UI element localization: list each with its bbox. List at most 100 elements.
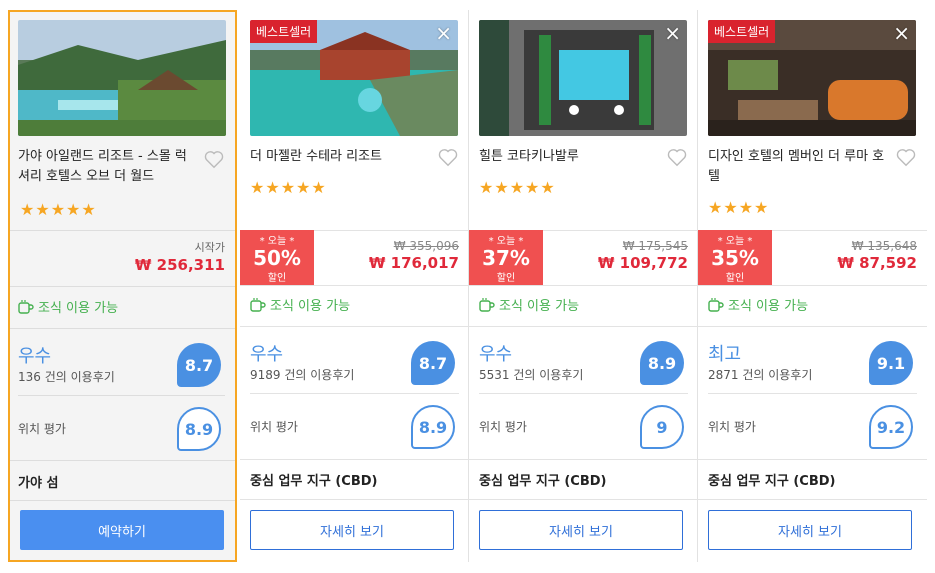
today-deal-badge: * 오늘 * 35% 할인 [698, 230, 772, 285]
review-score-badge: 8.7 [411, 341, 455, 385]
hotel-photo[interactable] [18, 20, 226, 136]
review-count[interactable]: 2871 건의 이용후기 [708, 366, 812, 383]
star-rating: ★★★★ [708, 198, 770, 217]
divider [240, 285, 469, 286]
deal-today-label: * 오늘 * [488, 236, 524, 247]
divider [469, 499, 698, 500]
breakfast-label: 조식 이용 가능 [38, 301, 119, 316]
coffee-cup-icon [250, 297, 266, 312]
discount-label: 할인 [496, 273, 516, 284]
today-deal-badge: * 오늘 * 50% 할인 [240, 230, 314, 285]
hotel-photo[interactable]: × [479, 20, 687, 136]
bestseller-badge: 베스트셀러 [708, 20, 776, 43]
hotel-photo[interactable]: 베스트셀러 × [708, 20, 916, 136]
discount-label: 할인 [725, 273, 745, 284]
price: ₩ 256,311 [134, 256, 225, 274]
review-count[interactable]: 9189 건의 이용후기 [250, 366, 354, 383]
rating-word: 우수 [18, 346, 52, 367]
divider [698, 499, 927, 500]
book-button[interactable]: 예약하기 [20, 510, 224, 550]
hotel-name[interactable]: 디자인 호텔의 멤버인 더 루마 호텔 [708, 147, 888, 187]
divider [10, 460, 235, 461]
area-name: 중심 업무 지구 (CBD) [708, 474, 836, 489]
location-score-badge: 9 [640, 405, 684, 449]
original-price: ₩ 175,545 [622, 239, 688, 253]
hotel-card-3[interactable]: × 힐튼 코타키나발루 ★★★★★ * 오늘 * 37% 할인 ₩ 175,54… [469, 10, 698, 562]
breakfast-label: 조식 이용 가능 [728, 299, 809, 314]
area-name: 가야 섬 [18, 476, 59, 491]
rating-word: 최고 [708, 344, 742, 365]
divider [698, 459, 927, 460]
divider [18, 395, 225, 396]
rating-word: 우수 [479, 344, 513, 365]
discount-percent: 35% [711, 246, 759, 270]
location-rating-label: 위치 평가 [18, 422, 66, 436]
hotel-photo[interactable]: 베스트셀러 × [250, 20, 458, 136]
discount-label: 할인 [267, 273, 287, 284]
breakfast-info: 조식 이용 가능 [18, 297, 118, 316]
review-score-badge: 9.1 [869, 341, 913, 385]
coffee-cup-icon [479, 297, 495, 312]
divider [10, 500, 235, 501]
divider [250, 393, 459, 394]
divider [469, 285, 698, 286]
area-name: 중심 업무 지구 (CBD) [250, 474, 378, 489]
divider [240, 326, 469, 327]
original-price: ₩ 135,648 [851, 239, 917, 253]
hotel-name[interactable]: 가야 아일랜드 리조트 - 스몰 럭셔리 호텔스 오브 더 월드 [18, 147, 198, 187]
breakfast-info: 조식 이용 가능 [708, 295, 808, 314]
view-details-button[interactable]: 자세히 보기 [708, 510, 912, 550]
rating-word: 우수 [250, 344, 284, 365]
location-score-badge: 9.2 [869, 405, 913, 449]
star-rating: ★★★★★ [20, 200, 97, 219]
bestseller-badge: 베스트셀러 [250, 20, 318, 43]
heart-icon[interactable] [666, 146, 688, 168]
coffee-cup-icon [708, 297, 724, 312]
review-count[interactable]: 136 건의 이용후기 [18, 368, 115, 385]
hotel-name[interactable]: 더 마젤란 수테라 리조트 [250, 147, 430, 167]
divider [10, 230, 235, 231]
review-count[interactable]: 5531 건의 이용후기 [479, 366, 583, 383]
close-icon[interactable]: × [893, 23, 910, 43]
location-score-badge: 8.9 [411, 405, 455, 449]
divider [240, 499, 469, 500]
hotel-card-2[interactable]: 베스트셀러 × 더 마젤란 수테라 리조트 ★★★★★ * 오늘 * 50% 할… [240, 10, 469, 562]
price: ₩ 176,017 [368, 254, 459, 272]
breakfast-label: 조식 이용 가능 [270, 299, 351, 314]
breakfast-info: 조식 이용 가능 [250, 295, 350, 314]
location-score-badge: 8.9 [177, 407, 221, 451]
hotel-name[interactable]: 힐튼 코타키나발루 [479, 147, 659, 167]
divider [10, 328, 235, 329]
hotel-card-1[interactable]: 가야 아일랜드 리조트 - 스몰 럭셔리 호텔스 오브 더 월드 ★★★★★ 시… [8, 10, 237, 562]
divider [240, 459, 469, 460]
hotel-card-4[interactable]: 베스트셀러 × 디자인 호텔의 멤버인 더 루마 호텔 ★★★★ * 오늘 * … [698, 10, 927, 562]
heart-icon[interactable] [895, 146, 917, 168]
review-score-badge: 8.9 [640, 341, 684, 385]
price: ₩ 109,772 [597, 254, 688, 272]
view-details-button[interactable]: 자세히 보기 [250, 510, 454, 550]
divider [698, 285, 927, 286]
view-details-button[interactable]: 자세히 보기 [479, 510, 683, 550]
star-rating: ★★★★★ [479, 178, 556, 197]
deal-today-label: * 오늘 * [717, 236, 753, 247]
original-price: ₩ 355,096 [393, 239, 459, 253]
divider [469, 326, 698, 327]
close-icon[interactable]: × [435, 23, 452, 43]
heart-icon[interactable] [437, 146, 459, 168]
divider [698, 326, 927, 327]
review-score-badge: 8.7 [177, 343, 221, 387]
divider [469, 459, 698, 460]
price: ₩ 87,592 [837, 254, 917, 272]
location-rating-label: 위치 평가 [708, 420, 756, 434]
location-rating-label: 위치 평가 [479, 420, 527, 434]
location-rating-label: 위치 평가 [250, 420, 298, 434]
close-icon[interactable]: × [664, 23, 681, 43]
breakfast-info: 조식 이용 가능 [479, 295, 579, 314]
today-deal-badge: * 오늘 * 37% 할인 [469, 230, 543, 285]
heart-icon[interactable] [203, 148, 225, 170]
coffee-cup-icon [18, 299, 34, 314]
divider [479, 393, 688, 394]
from-price-label: 시작가 [194, 241, 225, 254]
discount-percent: 37% [482, 246, 530, 270]
divider [10, 286, 235, 287]
